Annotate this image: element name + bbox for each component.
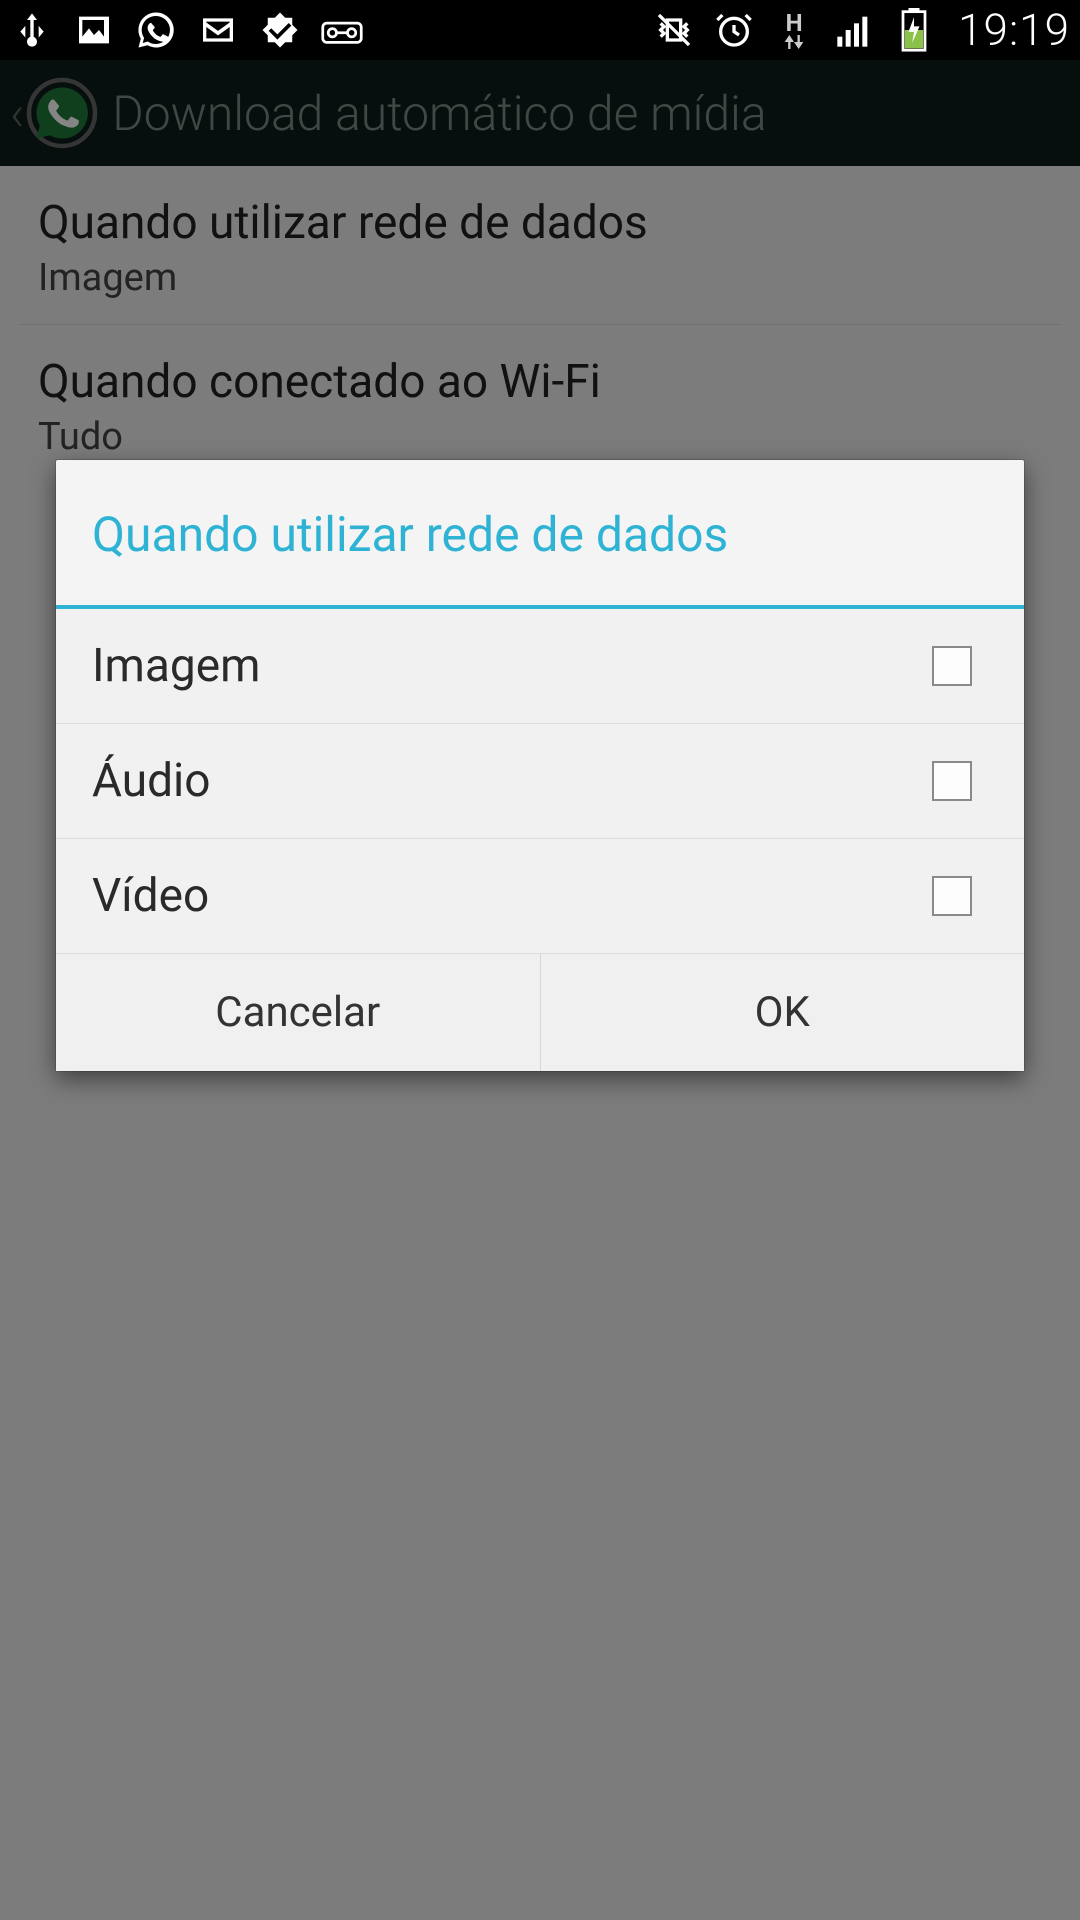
checkbox-icon[interactable] [932,876,972,916]
cancel-button[interactable]: Cancelar [56,954,541,1071]
ok-button[interactable]: OK [541,954,1025,1071]
usb-icon [10,8,54,52]
voicemail-icon [320,8,364,52]
status-bar: H 19:19 [0,0,1080,60]
dialog-button-bar: Cancelar OK [56,954,1024,1071]
whatsapp-icon [134,8,178,52]
checkbox-icon[interactable] [932,646,972,686]
picture-icon [72,8,116,52]
checkbox-icon[interactable] [932,761,972,801]
alarm-icon [712,8,756,52]
signal-icon [832,8,876,52]
status-time: 19:19 [958,4,1070,56]
battery-charging-icon [892,8,936,52]
dialog-option-audio[interactable]: Áudio [56,724,1024,839]
data-h-icon: H [772,8,816,52]
dialog-title: Quando utilizar rede de dados [56,460,1024,605]
status-left [10,8,652,52]
option-label: Vídeo [92,869,209,923]
option-label: Imagem [92,639,260,693]
option-label: Áudio [92,754,210,808]
media-download-dialog: Quando utilizar rede de dados Imagem Áud… [56,460,1024,1071]
dialog-option-image[interactable]: Imagem [56,609,1024,724]
check-badge-icon [258,8,302,52]
status-right: H 19:19 [652,4,1070,56]
vibrate-icon [652,8,696,52]
gmail-icon [196,8,240,52]
dialog-option-video[interactable]: Vídeo [56,839,1024,954]
